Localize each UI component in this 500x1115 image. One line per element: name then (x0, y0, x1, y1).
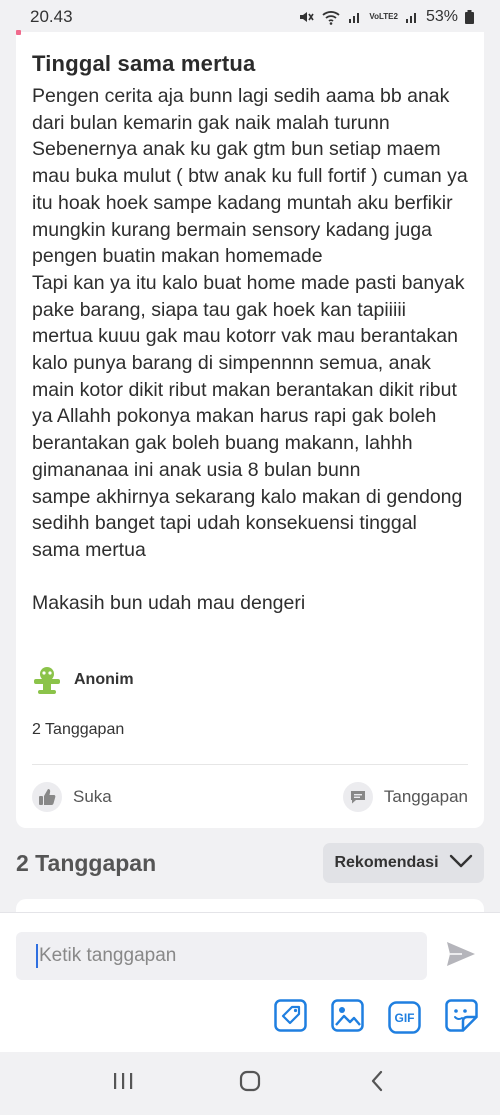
sort-dropdown[interactable]: Rekomendasi (323, 843, 484, 883)
recent-apps-icon (112, 1071, 134, 1096)
like-label: Suka (73, 787, 112, 806)
battery-percent: 53% (425, 8, 458, 25)
like-button[interactable]: Suka (32, 782, 112, 812)
sticker-button[interactable] (445, 998, 478, 1037)
back-icon (369, 1069, 385, 1098)
author-name: Anonim (74, 671, 134, 688)
volte-icon: VoLTE2 (369, 12, 398, 21)
post-body: Pengen cerita aja bunn lagi sedih aama b… (32, 85, 468, 615)
gif-label: GIF (394, 1010, 415, 1025)
responses-title: 2 Tanggapan (16, 850, 157, 876)
comment-placeholder: Ketik tanggapan (39, 945, 177, 966)
gif-icon: GIF (388, 1001, 421, 1034)
response-count[interactable]: 2 Tanggapan (32, 721, 124, 739)
status-bar: 20.43 VoLTE2 53% (0, 0, 500, 34)
send-button[interactable] (444, 941, 478, 971)
sort-label: Rekomendasi (334, 854, 439, 871)
comment-input[interactable]: Ketik tanggapan (16, 932, 427, 980)
divider (32, 764, 468, 765)
tag-icon (274, 998, 307, 1037)
home-button[interactable] (230, 1064, 270, 1104)
reply-label: Tanggapan (383, 787, 468, 806)
mute-icon (298, 9, 315, 25)
comment-icon (342, 782, 373, 812)
image-icon (331, 998, 364, 1037)
tag-button[interactable] (274, 998, 307, 1037)
recent-apps-button[interactable] (103, 1064, 143, 1104)
anonymous-avatar-icon (32, 665, 62, 695)
signal-icon-2 (405, 10, 419, 24)
comment-composer: Ketik tanggapan GIF (0, 912, 500, 1052)
wifi-icon (321, 9, 341, 25)
sticker-icon (445, 998, 478, 1037)
home-icon (238, 1069, 262, 1098)
back-button[interactable] (357, 1064, 397, 1104)
gif-button[interactable]: GIF (388, 1001, 421, 1034)
reply-button[interactable]: Tanggapan (342, 782, 468, 812)
status-time: 20.43 (30, 7, 73, 26)
send-icon (446, 941, 476, 972)
composer-toolbar: GIF (274, 998, 478, 1037)
chevron-down-icon (449, 854, 473, 873)
image-button[interactable] (331, 998, 364, 1037)
scroll-indicator (16, 30, 21, 35)
battery-icon (465, 10, 474, 24)
signal-icon (348, 10, 362, 24)
post-actions: Suka Tanggapan (32, 780, 468, 814)
status-icons: VoLTE2 53% (298, 8, 474, 26)
post-card: Tinggal sama mertua Pengen cerita aja bu… (16, 32, 484, 828)
post-title: Tinggal sama mertua (32, 51, 256, 76)
navigation-bar (0, 1052, 500, 1115)
author-row[interactable]: Anonim (32, 665, 134, 695)
thumbs-up-icon (32, 782, 62, 812)
text-caret (36, 944, 38, 968)
